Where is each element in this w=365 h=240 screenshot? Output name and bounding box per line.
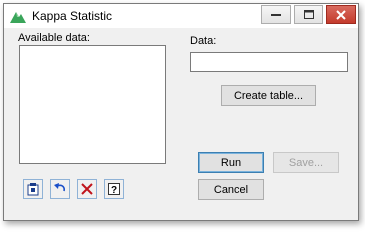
title-bar: Kappa Statistic xyxy=(4,4,358,28)
help-icon: ? xyxy=(108,183,120,196)
clipboard-pin-icon xyxy=(27,183,39,196)
window-title: Kappa Statistic xyxy=(32,9,113,23)
save-button[interactable]: Save... xyxy=(273,152,339,173)
available-data-list[interactable] xyxy=(19,45,166,164)
maximize-button[interactable] xyxy=(294,5,323,24)
restore-defaults-button[interactable] xyxy=(50,179,70,199)
clear-button[interactable] xyxy=(77,179,97,199)
data-label: Data: xyxy=(190,35,217,47)
available-data-label: Available data: xyxy=(18,32,90,44)
minimize-button[interactable] xyxy=(261,5,291,24)
svg-text:?: ? xyxy=(111,185,117,196)
maximize-icon xyxy=(303,10,314,19)
run-button[interactable]: Run xyxy=(198,152,264,173)
help-button[interactable]: ? xyxy=(104,179,124,199)
minimize-icon xyxy=(271,13,281,16)
green-mountain-icon xyxy=(10,12,26,23)
kappa-statistic-dialog: Kappa Statistic Available data: Data: Cr… xyxy=(3,3,359,221)
pin-to-clipboard-button[interactable] xyxy=(23,179,43,199)
undo-icon xyxy=(54,183,65,192)
data-field[interactable] xyxy=(190,52,348,72)
clear-icon xyxy=(81,183,93,195)
close-button[interactable] xyxy=(326,5,356,24)
create-table-button[interactable]: Create table... xyxy=(221,85,316,106)
cancel-button[interactable]: Cancel xyxy=(198,179,264,200)
close-icon xyxy=(336,9,346,20)
